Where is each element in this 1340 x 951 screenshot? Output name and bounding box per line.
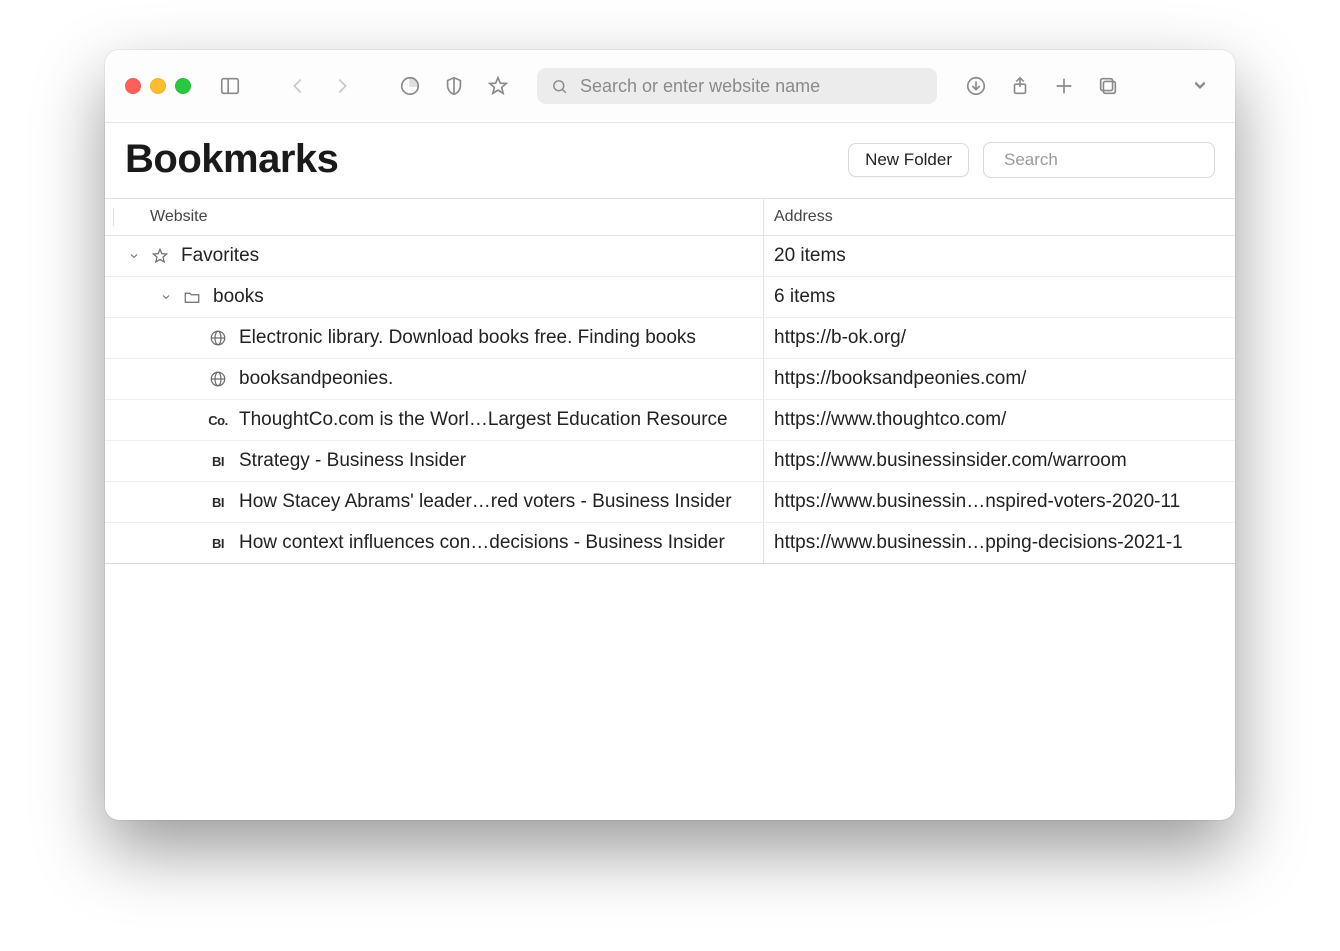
column-address[interactable]: Address bbox=[763, 199, 1235, 235]
bookmark-title: booksandpeonies. bbox=[239, 368, 393, 390]
star-icon bbox=[149, 245, 171, 267]
address-input[interactable] bbox=[578, 75, 923, 98]
bookmark-title: How context influences con…decisions - B… bbox=[239, 532, 725, 554]
favicon-thoughtco: Co. bbox=[207, 409, 229, 431]
favicon-businessinsider: BI bbox=[207, 450, 229, 472]
folder-label: Favorites bbox=[181, 245, 259, 267]
folder-icon bbox=[181, 286, 203, 308]
bookmarks-search[interactable] bbox=[983, 142, 1215, 178]
folder-row-favorites[interactable]: Favorites 20 items bbox=[105, 236, 1235, 277]
bookmark-url: https://www.businessin…nspired-voters-20… bbox=[774, 491, 1180, 513]
column-website[interactable]: Website bbox=[113, 208, 763, 226]
share-button[interactable] bbox=[1005, 71, 1035, 101]
page-header: Bookmarks New Folder bbox=[105, 123, 1235, 198]
bookmark-url: https://b-ok.org/ bbox=[774, 327, 906, 349]
chevron-down-icon[interactable] bbox=[157, 291, 175, 303]
bookmark-url: https://www.thoughtco.com/ bbox=[774, 409, 1006, 431]
browser-toolbar bbox=[105, 50, 1235, 123]
forward-button[interactable] bbox=[327, 71, 357, 101]
bookmarks-search-input[interactable] bbox=[1002, 149, 1227, 171]
overflow-button[interactable] bbox=[1185, 71, 1215, 101]
search-icon bbox=[551, 78, 568, 95]
bookmarks-star-icon[interactable] bbox=[483, 71, 513, 101]
window-controls bbox=[125, 78, 191, 94]
zoom-window-button[interactable] bbox=[175, 78, 191, 94]
bookmark-title: ThoughtCo.com is the Worl…Largest Educat… bbox=[239, 409, 728, 431]
folder-row-books[interactable]: books 6 items bbox=[105, 277, 1235, 318]
bookmark-row[interactable]: BI How context influences con…decisions … bbox=[105, 523, 1235, 564]
bookmark-url: https://www.businessinsider.com/warroom bbox=[774, 450, 1127, 472]
safari-window: Bookmarks New Folder Website Address bbox=[105, 50, 1235, 820]
address-bar[interactable] bbox=[537, 68, 937, 104]
folder-label: books bbox=[213, 286, 264, 308]
item-count: 6 items bbox=[774, 286, 835, 308]
favicon-businessinsider: BI bbox=[207, 532, 229, 554]
bookmarks-table: Website Address Favorites 20 items bbox=[105, 198, 1235, 820]
page-title: Bookmarks bbox=[125, 137, 338, 182]
new-folder-button[interactable]: New Folder bbox=[848, 143, 969, 177]
globe-icon bbox=[207, 327, 229, 349]
bookmark-url: https://booksandpeonies.com/ bbox=[774, 368, 1026, 390]
bookmark-title: Strategy - Business Insider bbox=[239, 450, 466, 472]
item-count: 20 items bbox=[774, 245, 846, 267]
close-window-button[interactable] bbox=[125, 78, 141, 94]
chevron-down-icon[interactable] bbox=[125, 250, 143, 262]
globe-icon bbox=[207, 368, 229, 390]
shield-icon[interactable] bbox=[439, 71, 469, 101]
bookmark-row[interactable]: booksandpeonies. https://booksandpeonies… bbox=[105, 359, 1235, 400]
bookmark-row[interactable]: BI Strategy - Business Insider https://w… bbox=[105, 441, 1235, 482]
favicon-businessinsider: BI bbox=[207, 491, 229, 513]
tabs-overview-button[interactable] bbox=[1093, 71, 1123, 101]
privacy-report-icon[interactable] bbox=[395, 71, 425, 101]
header-actions: New Folder bbox=[848, 142, 1215, 178]
bookmark-title: How Stacey Abrams' leader…red voters - B… bbox=[239, 491, 732, 513]
bookmark-row[interactable]: BI How Stacey Abrams' leader…red voters … bbox=[105, 482, 1235, 523]
minimize-window-button[interactable] bbox=[150, 78, 166, 94]
bookmark-row[interactable]: Electronic library. Download books free.… bbox=[105, 318, 1235, 359]
new-tab-button[interactable] bbox=[1049, 71, 1079, 101]
bookmark-url: https://www.businessin…pping-decisions-2… bbox=[774, 532, 1183, 554]
sidebar-toggle-button[interactable] bbox=[215, 71, 245, 101]
table-header: Website Address bbox=[105, 198, 1235, 236]
back-button[interactable] bbox=[283, 71, 313, 101]
downloads-button[interactable] bbox=[961, 71, 991, 101]
bookmark-row[interactable]: Co. ThoughtCo.com is the Worl…Largest Ed… bbox=[105, 400, 1235, 441]
bookmark-title: Electronic library. Download books free.… bbox=[239, 327, 696, 349]
